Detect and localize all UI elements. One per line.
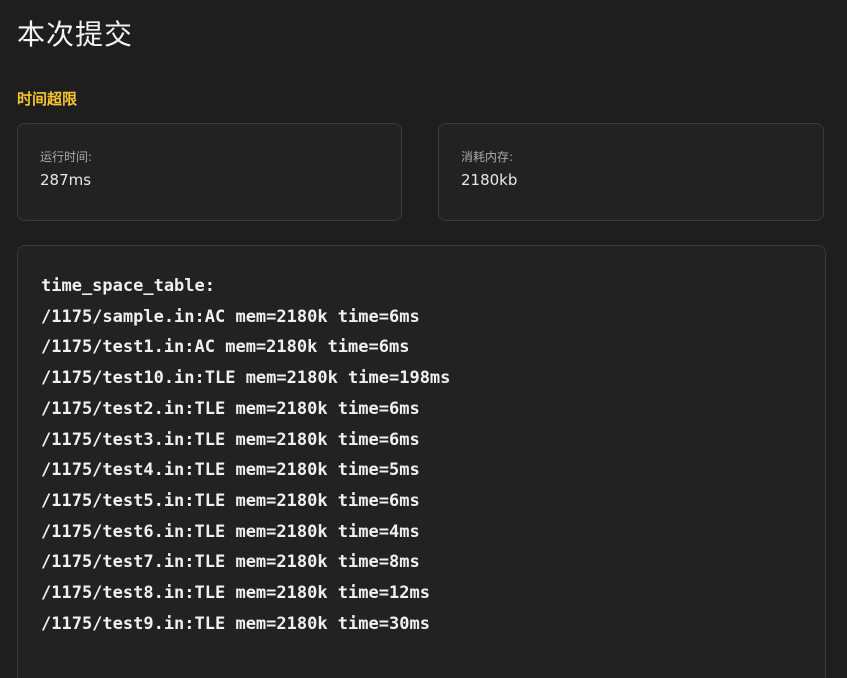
log-line: /1175/test2.in:TLE mem=2180k time=6ms xyxy=(41,398,420,419)
memory-value: 2180kb xyxy=(461,171,518,189)
submission-page: 本次提交 时间超限 运行时间: 287ms 消耗内存: 2180kb time_… xyxy=(0,0,847,678)
log-line: /1175/test5.in:TLE mem=2180k time=6ms xyxy=(41,490,420,511)
log-line: /1175/test7.in:TLE mem=2180k time=8ms xyxy=(41,552,420,573)
output-log-panel[interactable]: time_space_table: /1175/sample.in:AC mem… xyxy=(17,245,826,678)
memory-card: 消耗内存: 2180kb xyxy=(438,123,824,221)
page-title: 本次提交 xyxy=(17,18,134,51)
log-line: /1175/test9.in:TLE mem=2180k time=30ms xyxy=(41,613,430,634)
log-line: /1175/test1.in:AC mem=2180k time=6ms xyxy=(41,337,410,358)
log-line: /1175/test6.in:TLE mem=2180k time=4ms xyxy=(41,521,420,542)
log-line: /1175/test3.in:TLE mem=2180k time=6ms xyxy=(41,429,420,450)
memory-label: 消耗内存: xyxy=(461,150,514,164)
log-header-line: time_space_table: xyxy=(41,276,215,296)
log-line: /1175/test8.in:TLE mem=2180k time=12ms xyxy=(41,583,430,604)
status-label: 时间超限 xyxy=(17,90,78,108)
log-line: /1175/sample.in:AC mem=2180k time=6ms xyxy=(41,306,420,327)
runtime-value: 287ms xyxy=(40,171,92,189)
runtime-label: 运行时间: xyxy=(40,150,93,164)
log-line: /1175/test4.in:TLE mem=2180k time=5ms xyxy=(41,460,420,481)
runtime-card: 运行时间: 287ms xyxy=(17,123,402,221)
log-line: /1175/test10.in:TLE mem=2180k time=198ms xyxy=(41,368,451,389)
stats-row: 运行时间: 287ms 消耗内存: 2180kb xyxy=(17,123,824,221)
